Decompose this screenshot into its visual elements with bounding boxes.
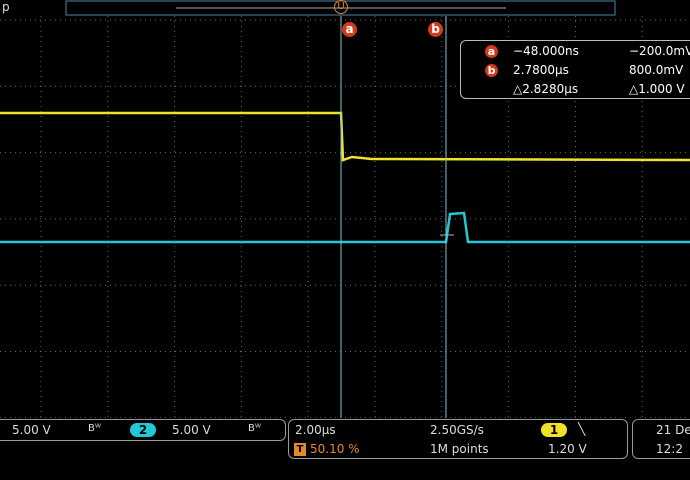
timebase-scale[interactable]: 2.00μs xyxy=(295,423,336,437)
cursor-a-time: −48.000ns xyxy=(513,44,579,58)
cursor-delta-row: △2.8280μs △1.000 V xyxy=(461,81,690,99)
cursor-delta-time: △2.8280μs xyxy=(513,82,579,96)
cursor-delta-voltage: △1.000 V xyxy=(629,82,685,96)
traces xyxy=(0,111,690,244)
ch2-bandwidth-icon: Bᵂ xyxy=(248,423,262,434)
cursor-a-badge[interactable]: a xyxy=(342,22,357,37)
ch1-scale[interactable]: 5.00 V xyxy=(12,423,51,437)
record-length[interactable]: 1M points xyxy=(430,442,489,456)
ch1-bandwidth-icon: Bᵂ xyxy=(88,423,102,434)
trigger-level[interactable]: 1.20 V xyxy=(548,442,587,456)
header-left-label: p xyxy=(2,0,10,14)
oscilloscope-screen: p U a b a −48.000ns −200.0mV b 2.7800μs … xyxy=(0,0,690,480)
cursor-b-time: 2.7800μs xyxy=(513,63,569,77)
ch2-badge[interactable]: 2 xyxy=(130,423,156,437)
cursor-a-voltage: −200.0mV xyxy=(629,44,690,58)
cursor-b-badge[interactable]: b xyxy=(428,22,443,37)
trigger-slope-icon: ╲ xyxy=(578,422,586,436)
trigger-position-badge: T xyxy=(294,443,306,456)
cursor-b-row: b 2.7800μs 800.0mV xyxy=(461,62,690,80)
ch2-scale[interactable]: 5.00 V xyxy=(172,423,211,437)
trigger-source-badge[interactable]: 1 xyxy=(541,423,567,437)
cursor-lines xyxy=(340,16,447,418)
cursor-b-readout-badge: b xyxy=(485,64,498,77)
cursor-b-voltage: 800.0mV xyxy=(629,63,684,77)
trigger-position-icon[interactable]: U xyxy=(334,0,348,14)
cursor-a-row: a −48.000ns −200.0mV xyxy=(461,43,690,61)
cursor-readout-panel: a −48.000ns −200.0mV b 2.7800μs 800.0mV … xyxy=(460,40,690,99)
ch2-trace xyxy=(0,211,690,244)
trigger-position-percent[interactable]: 50.10 % xyxy=(310,442,360,456)
time-display: 12:2 xyxy=(656,442,683,456)
status-bar: 5.00 V Bᵂ 2 5.00 V Bᵂ 2.00μs T 50.10 % 2… xyxy=(0,418,690,480)
cursor-a-readout-badge: a xyxy=(485,45,498,58)
sample-rate: 2.50GS/s xyxy=(430,423,484,437)
date-display: 21 De xyxy=(656,423,690,437)
